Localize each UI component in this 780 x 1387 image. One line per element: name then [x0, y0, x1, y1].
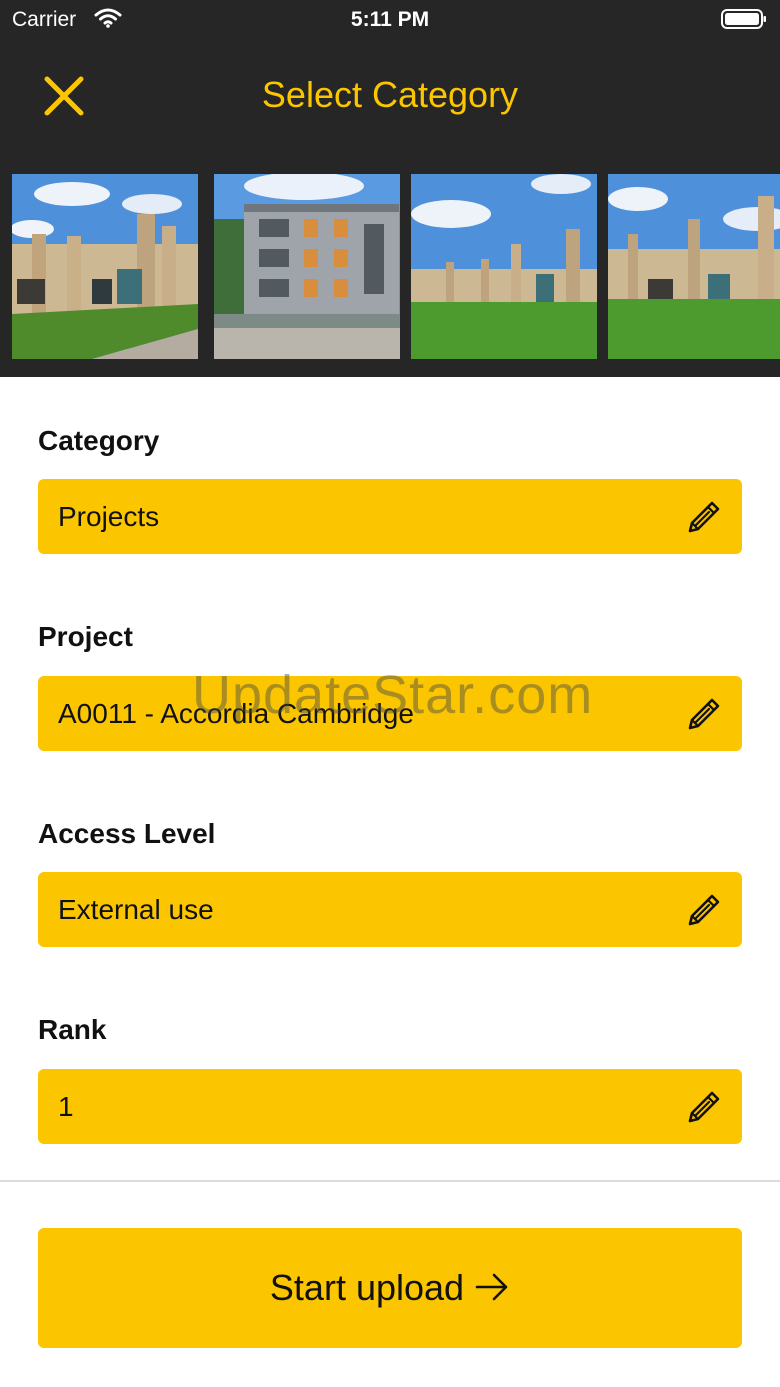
- photo-thumbnail-2[interactable]: [214, 174, 400, 359]
- status-bar: Carrier 5:11 PM: [0, 0, 780, 42]
- access-level-value: External use: [58, 894, 214, 925]
- building-photo-1: [12, 174, 198, 359]
- category-label: Category: [38, 425, 160, 456]
- access-level-field[interactable]: External use: [38, 872, 742, 947]
- pencil-icon: [688, 894, 720, 926]
- divider: [0, 1180, 780, 1182]
- start-upload-label: Start upload: [269, 1267, 465, 1308]
- pencil-icon: [688, 1091, 720, 1123]
- project-value: A0011 - Accordia Cambridge: [58, 698, 414, 729]
- photo-thumbnail-1[interactable]: [12, 174, 198, 359]
- photo-thumbnail-3[interactable]: [411, 174, 597, 359]
- photo-thumbnail-4[interactable]: [608, 174, 780, 359]
- arrow-right-icon: [475, 1274, 508, 1301]
- pencil-icon: [688, 501, 720, 533]
- project-label: Project: [38, 621, 133, 652]
- building-photo-3: [411, 174, 597, 359]
- rank-label: Rank: [38, 1014, 107, 1045]
- clock: 5:11 PM: [350, 8, 430, 31]
- photo-strip: [12, 174, 780, 359]
- battery-icon: [721, 9, 766, 29]
- building-photo-2: [214, 174, 400, 359]
- rank-field[interactable]: 1: [38, 1069, 742, 1144]
- header-bar: Carrier 5:11 PM Select Category: [0, 0, 780, 377]
- start-upload-content: Start upload: [38, 1228, 742, 1348]
- page-title: Select Category: [261, 74, 519, 115]
- project-field[interactable]: A0011 - Accordia Cambridge: [38, 676, 742, 751]
- pencil-icon: [688, 698, 720, 730]
- category-field[interactable]: Projects: [38, 479, 742, 554]
- start-upload-button[interactable]: Start upload: [38, 1228, 742, 1348]
- rank-value: 1: [58, 1091, 74, 1122]
- building-photo-4: [608, 174, 780, 359]
- category-value: Projects: [58, 501, 160, 532]
- access-level-label: Access Level: [38, 818, 216, 849]
